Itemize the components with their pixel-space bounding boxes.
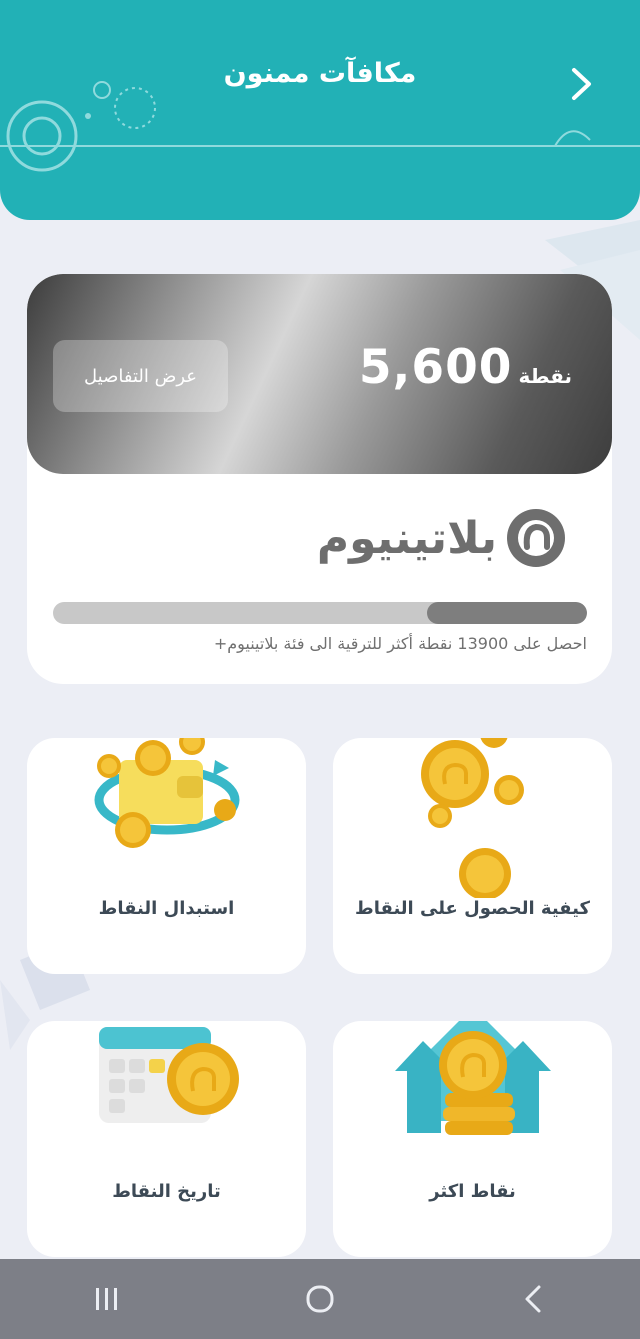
home-button[interactable]	[290, 1269, 350, 1329]
points-unit: نقطة	[518, 364, 572, 388]
points-balance: نقطة 5,600	[359, 340, 572, 400]
tier-progress-text: احصل على 13900 نقطة أكثر للترقية الى فئة…	[213, 634, 587, 653]
points-number: 5,600	[358, 340, 513, 395]
points-banner: عرض التفاصيل نقطة 5,600	[27, 274, 612, 474]
coin-upgrade-icon	[395, 1021, 551, 1135]
coins-icon	[421, 738, 524, 898]
tier-logo-icon	[507, 509, 565, 567]
calendar-coin-icon	[99, 1027, 239, 1123]
tier-name: بلاتينيوم	[316, 512, 497, 564]
tier-progress-fill	[426, 602, 587, 624]
tile-label: تاريخ النقاط	[112, 1181, 221, 1202]
tile-how-to-earn[interactable]: كيفية الحصول على النقاط	[333, 738, 612, 974]
tile-label: استبدال النقاط	[98, 898, 235, 919]
page-title: مكافآت ممنون	[223, 58, 417, 89]
tile-points-history[interactable]: تاريخ النقاط	[27, 1021, 306, 1257]
points-card: عرض التفاصيل نقطة 5,600 بلاتينيوم احصل ع…	[27, 274, 612, 684]
tile-redeem-points[interactable]: استبدال النقاط	[27, 738, 306, 974]
tile-more-points[interactable]: نقاط اكثر	[333, 1021, 612, 1257]
back-button[interactable]	[562, 62, 602, 106]
tier-progress-bar	[53, 602, 587, 624]
chevron-right-icon	[572, 68, 591, 100]
system-back-button[interactable]	[503, 1269, 563, 1329]
tile-label: كيفية الحصول على النقاط	[355, 898, 590, 919]
recent-apps-icon	[95, 1288, 117, 1310]
system-navbar	[0, 1259, 640, 1339]
wallet-exchange-icon	[94, 738, 240, 848]
home-icon	[306, 1285, 334, 1313]
recent-apps-button[interactable]	[77, 1269, 137, 1329]
back-icon	[525, 1285, 541, 1313]
app-header: مكافآت ممنون	[0, 0, 640, 220]
tier-badge: بلاتينيوم	[297, 502, 567, 574]
tile-label: نقاط اكثر	[429, 1181, 516, 1202]
view-details-button[interactable]: عرض التفاصيل	[53, 340, 228, 412]
